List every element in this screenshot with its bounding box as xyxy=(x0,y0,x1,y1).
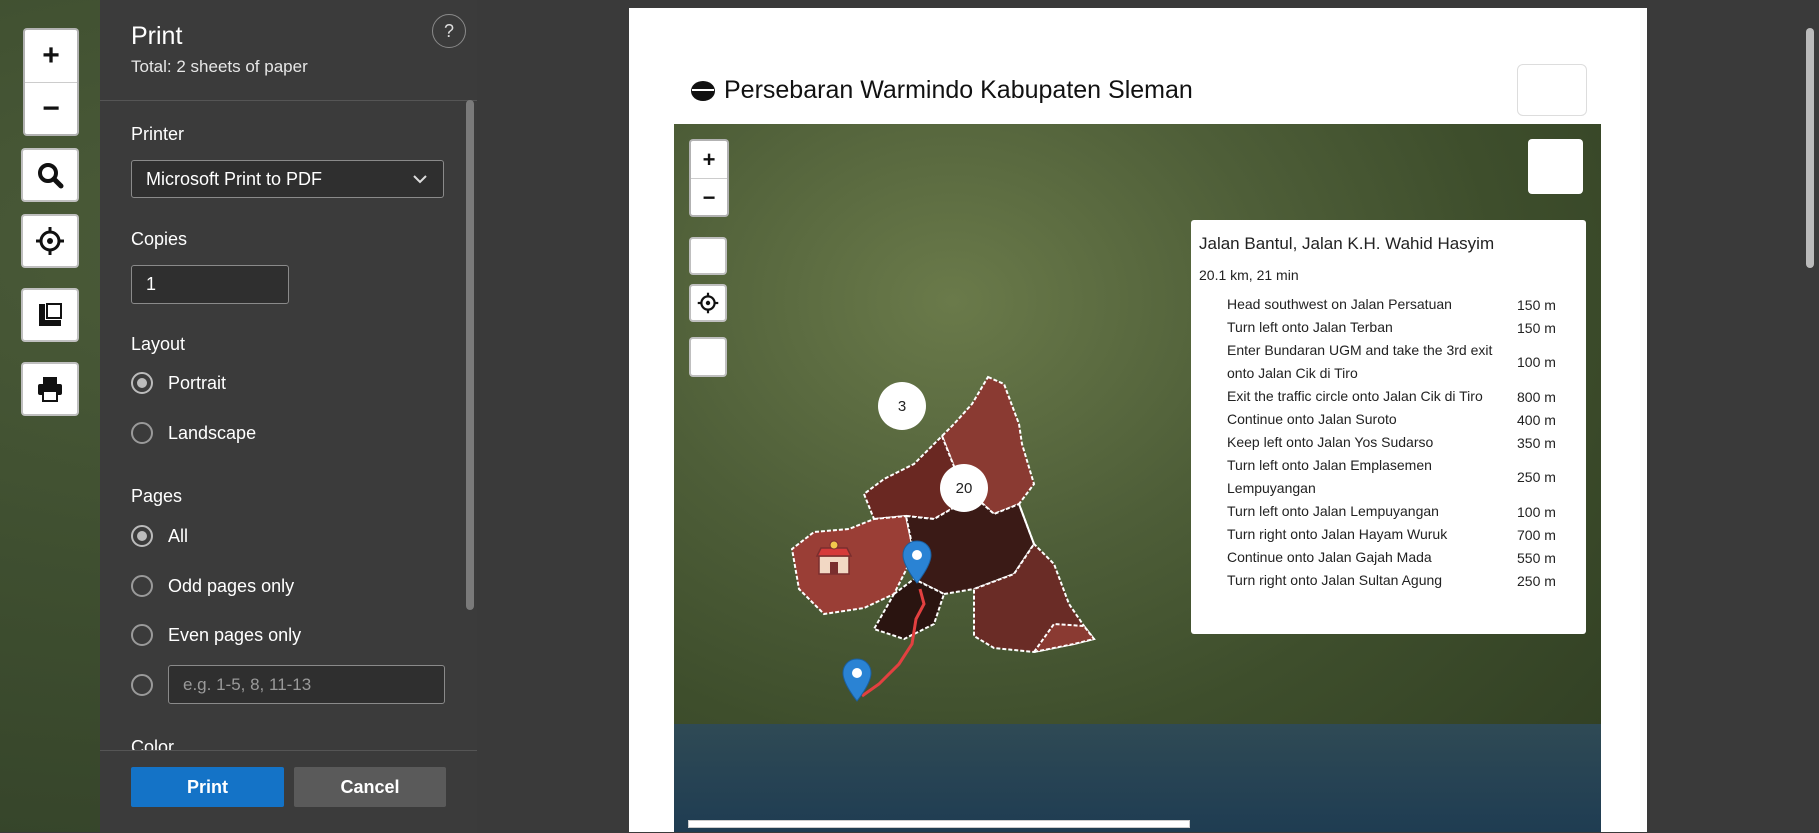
crosshair-icon xyxy=(697,292,719,314)
cluster-marker[interactable]: 3 xyxy=(878,382,926,430)
radio-all-pages[interactable] xyxy=(131,525,153,547)
route-step[interactable]: Turn left onto Jalan Emplasemen Lempuyan… xyxy=(1191,454,1586,500)
routing-panel: Jalan Bantul, Jalan K.H. Wahid Hasyim 20… xyxy=(1191,220,1586,634)
route-step-instruction: Head southwest on Jalan Persatuan xyxy=(1227,296,1452,312)
page-footer-box xyxy=(688,820,1190,828)
map-zoom-control: + − xyxy=(689,139,729,217)
header-divider xyxy=(100,100,477,101)
route-step-distance: 350 m xyxy=(1517,434,1556,451)
route-step-instruction: Continue onto Jalan Gajah Mada xyxy=(1227,549,1432,565)
radio-even-pages-label: Even pages only xyxy=(168,625,302,645)
route-step[interactable]: Continue onto Jalan Suroto 400 m xyxy=(1191,408,1586,431)
preview-map[interactable]: 3 20 + − Jalan Bantul, Jalan K.H. Wahid … xyxy=(674,124,1601,832)
route-step-distance: 400 m xyxy=(1517,411,1556,428)
measure-button[interactable] xyxy=(21,288,79,342)
route-step-distance: 250 m xyxy=(1517,469,1556,485)
route-step[interactable]: Head southwest on Jalan Persatuan 150 m xyxy=(1191,293,1586,316)
pages-label: Pages xyxy=(131,486,183,506)
zoom-out-button[interactable]: − xyxy=(25,82,77,135)
route-step-instruction: Turn right onto Jalan Sultan Agung xyxy=(1227,572,1443,588)
copies-label: Copies xyxy=(131,229,188,249)
map-locate-button[interactable] xyxy=(689,284,727,322)
route-steps: Head southwest on Jalan Persatuan 150 m Tu… xyxy=(1191,293,1586,592)
printer-icon xyxy=(38,377,62,402)
radio-landscape-label: Landscape xyxy=(168,423,257,443)
route-step[interactable]: Turn right onto Jalan Hayam Wuruk 700 m xyxy=(1191,523,1586,546)
radio-custom-pages[interactable] xyxy=(131,674,153,696)
layer-control[interactable] xyxy=(1528,139,1583,194)
printer-label: Printer xyxy=(131,124,185,144)
route-step-distance: 700 m xyxy=(1517,526,1556,543)
print-button[interactable]: Print xyxy=(131,767,284,807)
preview-scrollbar[interactable] xyxy=(1806,28,1814,268)
route-step-instruction: Turn right onto Jalan Hayam Wuruk xyxy=(1227,526,1448,542)
cluster-marker[interactable]: 20 xyxy=(940,464,988,512)
zoom-in-button[interactable]: + xyxy=(25,30,77,82)
warung-shop-icon[interactable] xyxy=(815,540,853,578)
route-title: Jalan Bantul, Jalan K.H. Wahid Hasyim xyxy=(1199,234,1495,253)
locate-button[interactable] xyxy=(21,214,79,268)
sheet-count: Total: 2 sheets of paper xyxy=(131,57,308,76)
printer-select[interactable]: Microsoft Print to PDF xyxy=(131,160,444,198)
background-zoom-control: + − xyxy=(23,28,79,136)
route-step-instruction: Keep left onto Jalan Yos Sudarso xyxy=(1227,434,1434,450)
printer-value: Microsoft Print to PDF xyxy=(146,168,323,189)
location-pin-icon[interactable] xyxy=(842,658,872,702)
noodle-bowl-icon xyxy=(691,80,715,101)
map-zoom-in-button[interactable]: + xyxy=(691,141,727,178)
print-title: Print xyxy=(131,22,183,50)
radio-odd-pages[interactable] xyxy=(131,575,153,597)
map-blank-control[interactable] xyxy=(689,337,727,377)
radio-even-pages[interactable] xyxy=(131,624,153,646)
search-button[interactable] xyxy=(21,148,79,202)
cancel-button[interactable]: Cancel xyxy=(294,767,446,807)
route-step-instruction: Exit the traffic circle onto Jalan Cik d… xyxy=(1227,388,1483,404)
route-step-distance: 550 m xyxy=(1517,549,1556,566)
preview-page: Persebaran Warmindo Kabupaten Sleman 3 2… xyxy=(629,8,1647,832)
route-step-distance: 100 m xyxy=(1517,354,1556,370)
map-blank-control[interactable] xyxy=(689,237,727,275)
route-summary: 20.1 km, 21 min xyxy=(1199,267,1299,283)
ruler-icon xyxy=(39,303,62,326)
copies-input[interactable]: 1 xyxy=(131,265,289,304)
route-step-distance: 150 m xyxy=(1517,296,1556,313)
print-map-button[interactable] xyxy=(21,362,79,416)
route-step-instruction: Turn left onto Jalan Emplasemen Lempuyan… xyxy=(1227,457,1432,496)
route-step[interactable]: Turn left onto Jalan Terban 150 m xyxy=(1191,316,1586,339)
route-step[interactable]: Exit the traffic circle onto Jalan Cik d… xyxy=(1191,385,1586,408)
route-step-instruction: Turn left onto Jalan Lempuyangan xyxy=(1227,503,1439,519)
route-step-distance: 800 m xyxy=(1517,388,1556,405)
layout-label: Layout xyxy=(131,334,186,354)
route-step[interactable]: Turn right onto Jalan Sultan Agung 250 m xyxy=(1191,569,1586,592)
print-dialog: Print Total: 2 sheets of paper ? Printer… xyxy=(100,0,477,833)
search-icon xyxy=(38,163,64,189)
crosshair-icon xyxy=(36,227,64,255)
radio-all-pages-label: All xyxy=(168,526,189,546)
radio-landscape[interactable] xyxy=(131,422,153,444)
route-step[interactable]: Turn left onto Jalan Lempuyangan 100 m xyxy=(1191,500,1586,523)
route-step-distance: 150 m xyxy=(1517,319,1556,336)
route-step-distance: 250 m xyxy=(1517,572,1556,589)
route-step-instruction: Enter Bundaran UGM and take the 3rd exit… xyxy=(1227,342,1493,381)
page-title-text: Persebaran Warmindo Kabupaten Sleman xyxy=(724,76,1193,104)
route-step[interactable]: Continue onto Jalan Gajah Mada 550 m xyxy=(1191,546,1586,569)
page-title: Persebaran Warmindo Kabupaten Sleman xyxy=(690,76,1193,105)
radio-odd-pages-label: Odd pages only xyxy=(168,576,295,596)
help-button[interactable]: ? xyxy=(432,14,466,48)
location-pin-icon[interactable] xyxy=(902,540,932,584)
page-range-input[interactable]: e.g. 1-5, 8, 11-13 xyxy=(168,665,445,704)
radio-portrait[interactable] xyxy=(131,372,153,394)
chevron-down-icon xyxy=(413,175,427,184)
panel-scrollbar[interactable] xyxy=(466,100,474,610)
route-step-distance: 100 m xyxy=(1517,503,1556,520)
header-control-box[interactable] xyxy=(1517,64,1587,116)
radio-portrait-label: Portrait xyxy=(168,373,227,393)
route-step-instruction: Turn left onto Jalan Terban xyxy=(1227,319,1393,335)
route-step-instruction: Continue onto Jalan Suroto xyxy=(1227,411,1397,427)
map-zoom-out-button[interactable]: − xyxy=(691,178,727,216)
route-step[interactable]: Keep left onto Jalan Yos Sudarso 350 m xyxy=(1191,431,1586,454)
route-step[interactable]: Enter Bundaran UGM and take the 3rd exit… xyxy=(1191,339,1586,385)
